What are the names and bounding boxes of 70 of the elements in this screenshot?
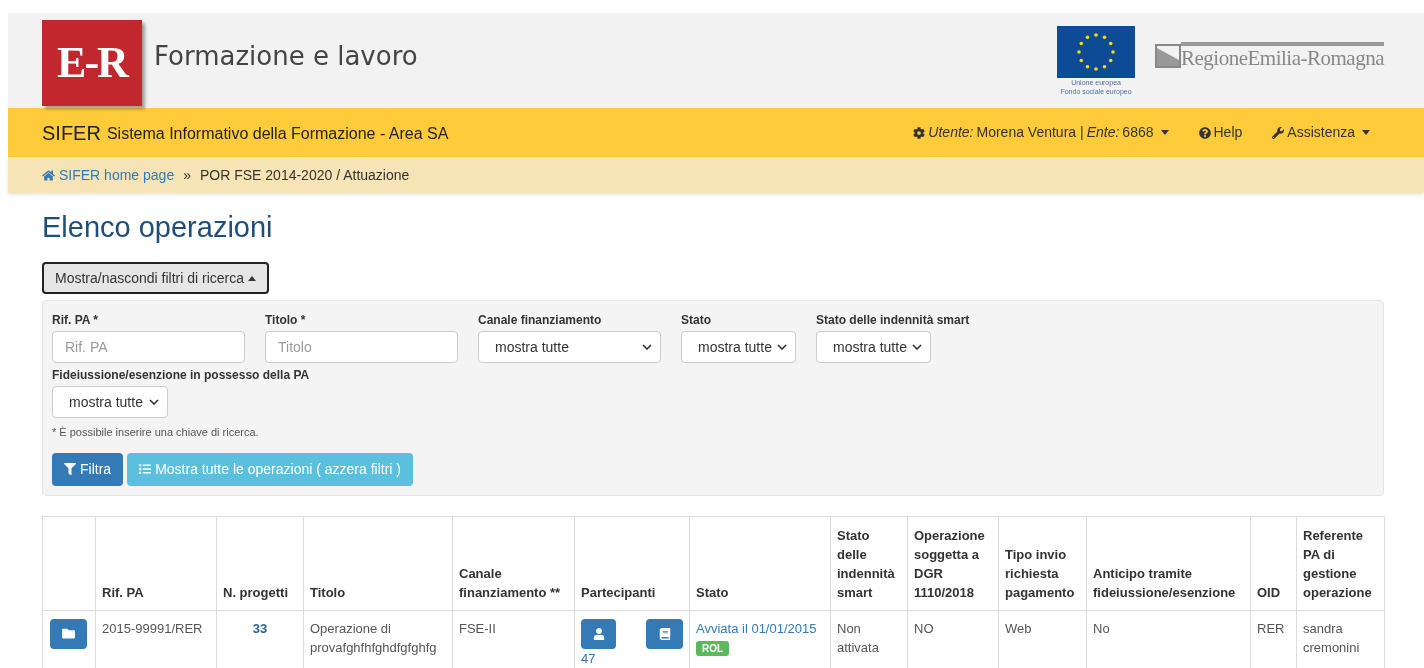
page-title: Elenco operazioni <box>42 210 274 245</box>
table-cell: FSE-II <box>459 620 496 636</box>
column-header: N. progetti <box>223 584 288 600</box>
filter-label: Stato delle indennità smart <box>816 312 970 328</box>
filter-label: Titolo * <box>265 312 307 328</box>
column-header: OID <box>1257 584 1281 600</box>
filter-icon <box>64 463 76 475</box>
book-icon <box>658 627 671 640</box>
register-button[interactable] <box>646 618 683 649</box>
column-header: Stato delle indennità smart <box>837 527 895 600</box>
caret-icon <box>1160 130 1169 135</box>
help-icon <box>1198 126 1211 139</box>
settings-icon <box>913 126 926 139</box>
chevron-down-icon <box>149 399 159 405</box>
chevron-down-icon <box>642 344 652 350</box>
filter-select[interactable]: mostra tutte <box>816 331 931 363</box>
filter-label: Stato <box>681 312 712 328</box>
er-logo: E-R <box>42 19 142 106</box>
column-header: Referente PA di gestione operazione <box>1303 527 1372 600</box>
table-cell: sandra cremonini <box>1303 620 1360 655</box>
chevron-down-icon <box>912 344 922 350</box>
assistenza-menu[interactable]: Assistenza <box>1272 122 1370 143</box>
filter-note: * È possibile inserire una chiave di ricerca. <box>52 425 260 440</box>
breadcrumb-separator: » <box>183 165 191 185</box>
user-menu[interactable]: Utente: Morena Ventura | Ente: 6868 <box>913 122 1169 143</box>
breadcrumb-home-link[interactable]: SIFER home page <box>42 164 175 186</box>
caret-up-icon <box>248 275 257 281</box>
filter-select[interactable]: mostra tutte <box>52 386 168 418</box>
region-logo: RegioneEmilia-Romagna <box>1155 41 1384 70</box>
filter-label: Fideiussione/esenzione in possesso della PA <box>52 367 311 383</box>
participants-button[interactable] <box>581 618 616 649</box>
filter-button[interactable]: Filtra <box>52 452 124 486</box>
column-header: Titolo <box>310 584 346 600</box>
filter-label: Rif. PA * <box>52 312 99 328</box>
status-tag: ROL <box>696 640 730 656</box>
status-link[interactable]: Avviata il 01/01/2015 <box>696 618 824 638</box>
table-cell: Web <box>1005 620 1032 636</box>
table-cell: Non attivata <box>837 620 879 655</box>
chevron-down-icon <box>777 344 787 350</box>
open-operation-button[interactable] <box>50 618 87 649</box>
user-icon <box>592 627 605 640</box>
table-cell: 2015-99991/RER <box>102 620 203 636</box>
caret-icon <box>1362 130 1370 135</box>
navbar-brand[interactable]: SIFER <box>42 117 101 148</box>
table-cell: NO <box>914 620 934 636</box>
column-header: Rif. PA <box>102 584 144 600</box>
filter-select[interactable]: mostra tutte <box>478 331 661 363</box>
eu-flag-icon <box>1057 25 1136 78</box>
table-cell: RER <box>1257 620 1285 636</box>
filter-label: Canale finanziamento <box>478 312 603 328</box>
list-icon <box>139 463 152 475</box>
filter-select[interactable]: mostra tutte <box>681 331 796 363</box>
table-cell: Operazione di provafghfhfghdfgfghfg <box>310 620 437 655</box>
table-cell: No <box>1093 620 1110 636</box>
breadcrumb-current: POR FSE 2014-2020 / Attuazione <box>199 165 410 185</box>
folder-icon <box>62 627 75 640</box>
filter-input[interactable]: Titolo <box>265 331 458 363</box>
filter-toggle-button[interactable]: Mostra/nascondi filtri di ricerca <box>42 262 270 294</box>
navbar-subtitle: Sistema Informativo della Formazione - Area SA <box>106 124 449 144</box>
column-header: Stato <box>696 584 729 600</box>
column-header: Operazione soggetta a DGR 1110/2018 <box>914 527 985 600</box>
column-header: Partecipanti <box>581 584 656 600</box>
wrench-icon <box>1272 126 1285 139</box>
home-icon <box>42 168 55 182</box>
help-link[interactable]: Help <box>1198 122 1243 143</box>
column-header: Canale finanziamento ** <box>459 565 561 600</box>
filter-input[interactable]: Rif. PA <box>52 331 245 363</box>
site-title: Formazione e lavoro <box>154 40 418 73</box>
column-header: Tipo invio richiesta pagamento <box>1005 546 1075 600</box>
column-header: Anticipo tramite fideiussione/esenzione <box>1093 565 1236 600</box>
